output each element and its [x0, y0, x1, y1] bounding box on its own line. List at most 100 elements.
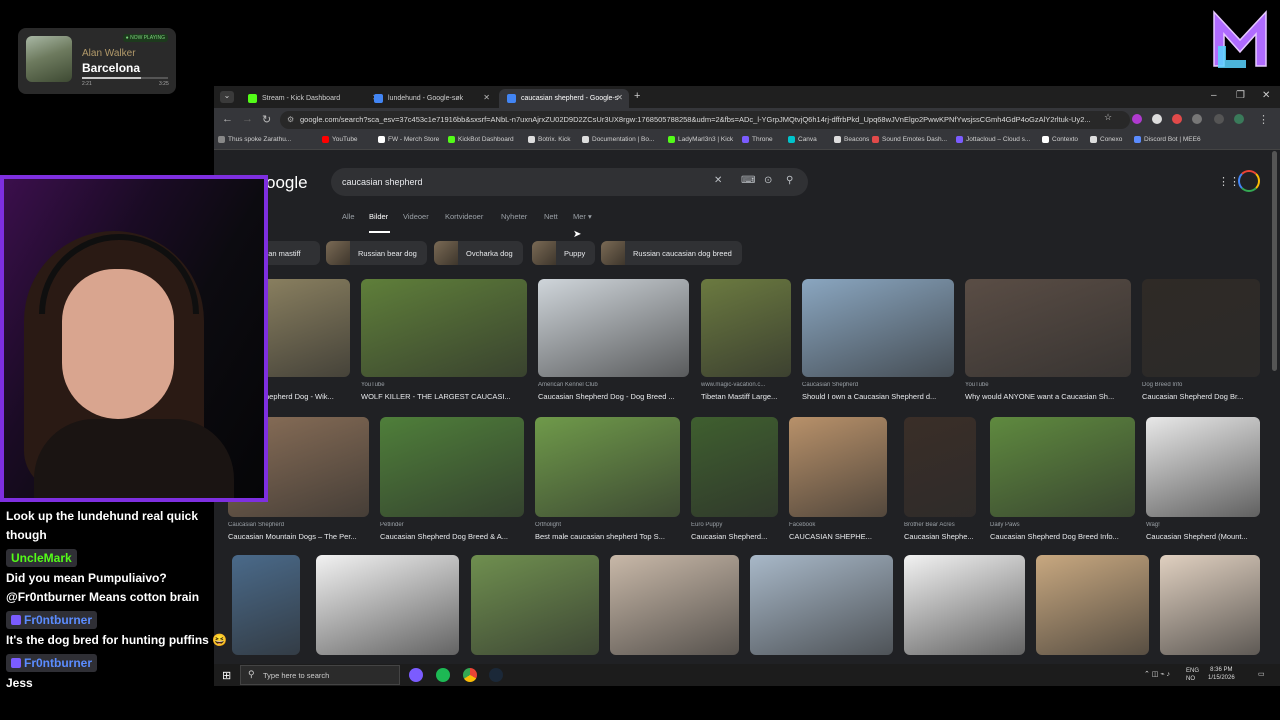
image-source[interactable]: Ortholight — [535, 522, 680, 528]
bookmark-star-icon[interactable]: ☆ — [1104, 112, 1112, 123]
image-thumbnail[interactable] — [538, 279, 689, 377]
tab-kick-dashboard[interactable]: Stream - Kick Dashboard ✕ — [240, 89, 385, 108]
image-title[interactable]: Caucasian Shepherd... — [691, 532, 778, 541]
lens-icon[interactable]: ⊙ — [764, 175, 772, 186]
search-input[interactable]: caucasian shepherd — [342, 177, 423, 187]
minimize-icon[interactable]: – — [1211, 90, 1217, 101]
image-thumbnail[interactable] — [904, 555, 1025, 655]
image-source[interactable]: Caucasian Shepherd — [228, 522, 369, 528]
menu-icon[interactable]: ⋮ — [1258, 113, 1269, 126]
tab-short-videos[interactable]: Kortvideoer — [445, 212, 483, 221]
chat-username[interactable]: UncleMark — [6, 549, 77, 567]
steam-icon[interactable] — [489, 668, 503, 682]
image-source[interactable]: Facebook — [789, 522, 887, 528]
taskbar-clock[interactable]: 8:36 PM 1/15/2026 — [1208, 666, 1235, 682]
bookmark-item[interactable]: Documentation | Bo... — [582, 136, 654, 143]
spotify-icon[interactable] — [436, 668, 450, 682]
image-source[interactable]: Euro Puppy — [691, 522, 778, 528]
discord-icon[interactable] — [409, 668, 423, 682]
bookmark-item[interactable]: YouTube — [322, 136, 358, 143]
bookmark-item[interactable]: Conexo — [1090, 136, 1122, 143]
image-thumbnail[interactable] — [361, 279, 527, 377]
image-thumbnail[interactable] — [904, 417, 976, 517]
image-source[interactable]: Brother Bear Acres — [904, 522, 976, 528]
image-source[interactable]: www.magic-vacation.c... — [701, 382, 791, 388]
address-bar[interactable]: ⚙ google.com/search?sca_esv=37c453c1e719… — [280, 111, 1130, 129]
bookmark-item[interactable]: FW - Merch Store — [378, 136, 439, 143]
image-thumbnail[interactable] — [789, 417, 887, 517]
chip-tibetan-mastiff[interactable]: etan mastiff — [260, 241, 320, 265]
image-thumbnail[interactable] — [750, 555, 893, 655]
language-indicator[interactable]: ENG NO — [1186, 667, 1199, 683]
image-thumbnail[interactable] — [471, 555, 599, 655]
image-thumbnail[interactable] — [701, 279, 791, 377]
image-title[interactable]: Caucasian Mountain Dogs – The Per... — [228, 532, 369, 541]
close-window-icon[interactable]: ✕ — [1262, 90, 1270, 101]
chip-russian-caucasian[interactable]: Russian caucasian dog breed — [601, 241, 742, 265]
search-box[interactable]: caucasian shepherd ✕ ⌨ ⊙ ⚲ — [331, 168, 808, 196]
image-title[interactable]: Caucasian Shepherd (Mount... — [1146, 532, 1260, 541]
bookmark-item[interactable]: Sound Emotes Dash... — [872, 136, 947, 143]
extension-icon[interactable] — [1192, 114, 1202, 124]
image-title[interactable]: CAUCASIAN SHEPHE... — [789, 532, 887, 541]
tab-lundehund[interactable]: lundehund - Google-søk ✕ — [366, 89, 496, 108]
profile-avatar[interactable] — [1234, 114, 1244, 124]
image-thumbnail[interactable] — [260, 279, 350, 377]
image-source[interactable]: Daily Paws — [990, 522, 1135, 528]
image-title[interactable]: Caucasian Shepherd Dog - Dog Breed ... — [538, 392, 689, 401]
extension-icon[interactable] — [1172, 114, 1182, 124]
new-tab-button[interactable]: + — [634, 90, 640, 102]
maximize-icon[interactable]: ❐ — [1236, 90, 1245, 101]
tab-web[interactable]: Nett — [544, 212, 558, 221]
image-thumbnail[interactable] — [802, 279, 954, 377]
bookmark-item[interactable]: Thus spoke Zarathu... — [218, 136, 291, 143]
chip-ovcharka-dog[interactable]: Ovcharka dog — [434, 241, 523, 265]
tab-search-button[interactable]: ⌄ — [220, 91, 234, 103]
image-title[interactable]: Should I own a Caucasian Shepherd d... — [802, 392, 954, 401]
image-thumbnail[interactable] — [1160, 555, 1260, 655]
image-source[interactable]: Dog Breed Info — [1142, 382, 1260, 388]
extension-icon[interactable] — [1132, 114, 1142, 124]
back-icon[interactable]: ← — [222, 113, 233, 125]
chip-puppy[interactable]: Puppy — [532, 241, 596, 265]
account-avatar[interactable] — [1238, 170, 1260, 192]
extension-icon[interactable] — [1152, 114, 1162, 124]
tab-news[interactable]: Nyheter — [501, 212, 527, 221]
chrome-icon[interactable] — [463, 668, 477, 682]
close-tab-icon[interactable]: ✕ — [483, 93, 490, 102]
image-thumbnail[interactable] — [610, 555, 739, 655]
image-thumbnail[interactable] — [232, 555, 300, 655]
image-source[interactable]: YouTube — [361, 382, 527, 388]
site-info-icon[interactable]: ⚙ — [287, 115, 294, 124]
image-title[interactable]: Best male caucasian shepherd Top S... — [535, 532, 680, 541]
tab-all[interactable]: Alle — [342, 212, 355, 221]
image-thumbnail[interactable] — [691, 417, 778, 517]
image-thumbnail[interactable] — [1142, 279, 1260, 377]
bookmark-item[interactable]: Botrix. Kick — [528, 136, 571, 143]
chat-username[interactable]: Fr0ntburner — [6, 654, 98, 672]
bookmark-item[interactable]: Discord Bot | MEE6 — [1134, 136, 1201, 143]
search-icon[interactable]: ⚲ — [786, 175, 793, 186]
tray-icons[interactable]: ⌃ ◫ ⌁ ♪ — [1144, 670, 1170, 678]
forward-icon[interactable]: → — [242, 113, 253, 125]
image-source[interactable]: YouTube — [965, 382, 1131, 388]
image-thumbnail[interactable] — [535, 417, 680, 517]
extension-icon[interactable] — [1214, 114, 1224, 124]
image-title[interactable]: Tibetan Mastiff Large... — [701, 392, 791, 401]
image-thumbnail[interactable] — [990, 417, 1135, 517]
chat-username[interactable]: Fr0ntburner — [6, 611, 98, 629]
image-thumbnail[interactable] — [1036, 555, 1149, 655]
bookmark-item[interactable]: Contexto — [1042, 136, 1078, 143]
bookmark-item[interactable]: Canva — [788, 136, 817, 143]
tab-images[interactable]: Bilder — [369, 212, 388, 221]
image-source[interactable]: Petlinder — [380, 522, 524, 528]
image-source[interactable]: Caucasian Shepherd — [802, 382, 954, 388]
tab-more[interactable]: Mer ▾ — [573, 212, 592, 221]
image-source[interactable]: American Kennel Club — [538, 382, 689, 388]
image-title[interactable]: Shepherd Dog - Wik... — [260, 392, 350, 401]
image-title[interactable]: Caucasian Shepherd Dog Br... — [1142, 392, 1260, 401]
keyboard-icon[interactable]: ⌨ — [741, 175, 755, 186]
clear-icon[interactable]: ✕ — [714, 175, 722, 186]
page-scrollbar[interactable] — [1272, 151, 1277, 371]
bookmark-item[interactable]: LadyMarl3n3 | Kick — [668, 136, 733, 143]
